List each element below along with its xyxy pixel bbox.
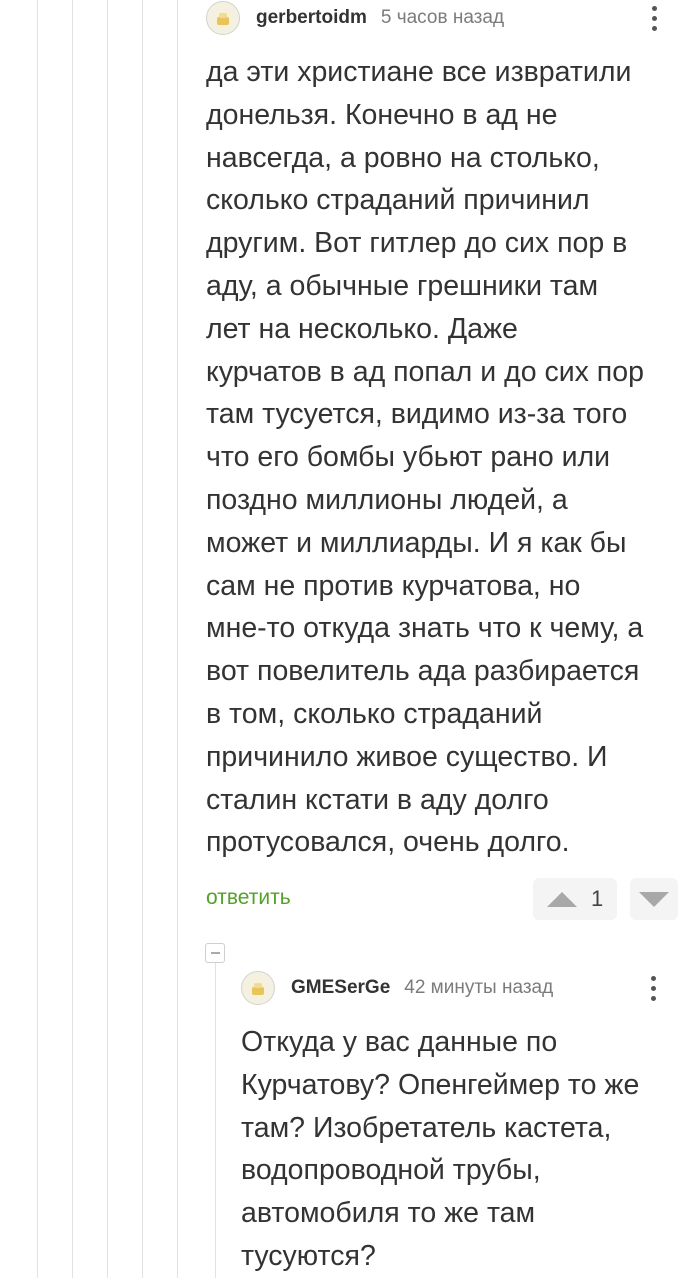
reply-link[interactable]: ответить bbox=[206, 886, 291, 910]
comment-header: GMESerGe 42 минуты назад bbox=[241, 968, 553, 1008]
thread-line-2 bbox=[72, 0, 73, 1278]
thread-line-1 bbox=[37, 0, 38, 1278]
downvote-button[interactable] bbox=[630, 878, 678, 920]
avatar-icon[interactable] bbox=[241, 971, 275, 1005]
comment-header: gerbertoidm 5 часов назад bbox=[206, 0, 504, 38]
avatar-icon[interactable] bbox=[206, 1, 240, 35]
thread-line-5 bbox=[177, 0, 178, 1278]
comment-text: Откуда у вас данные по Курчатову? Опенге… bbox=[241, 1026, 640, 1272]
collapse-minus-icon[interactable] bbox=[205, 943, 225, 963]
more-vertical-icon[interactable] bbox=[643, 968, 663, 1008]
more-vertical-icon[interactable] bbox=[644, 0, 664, 38]
upvote-button[interactable]: 1 bbox=[533, 878, 617, 920]
thread-line-6[interactable] bbox=[215, 962, 216, 1278]
comment-timestamp[interactable]: 5 часов назад bbox=[381, 7, 504, 29]
thread-line-4 bbox=[142, 0, 143, 1278]
comment-gerbertoidm: gerbertoidm 5 часов назад да эти христиа… bbox=[206, 0, 686, 930]
upvote-arrow-icon bbox=[547, 892, 577, 907]
comment-gmeserge: GMESerGe 42 минуты назад Откуда у вас да… bbox=[241, 968, 681, 1278]
username[interactable]: GMESerGe bbox=[291, 977, 390, 999]
rating-count: 1 bbox=[591, 886, 604, 911]
comment-text: да эти христиане все извратили донельзя.… bbox=[206, 56, 644, 859]
comment-timestamp[interactable]: 42 минуты назад bbox=[404, 977, 553, 999]
thread-line-3 bbox=[107, 0, 108, 1278]
username[interactable]: gerbertoidm bbox=[256, 7, 367, 29]
downvote-arrow-icon bbox=[639, 892, 669, 907]
